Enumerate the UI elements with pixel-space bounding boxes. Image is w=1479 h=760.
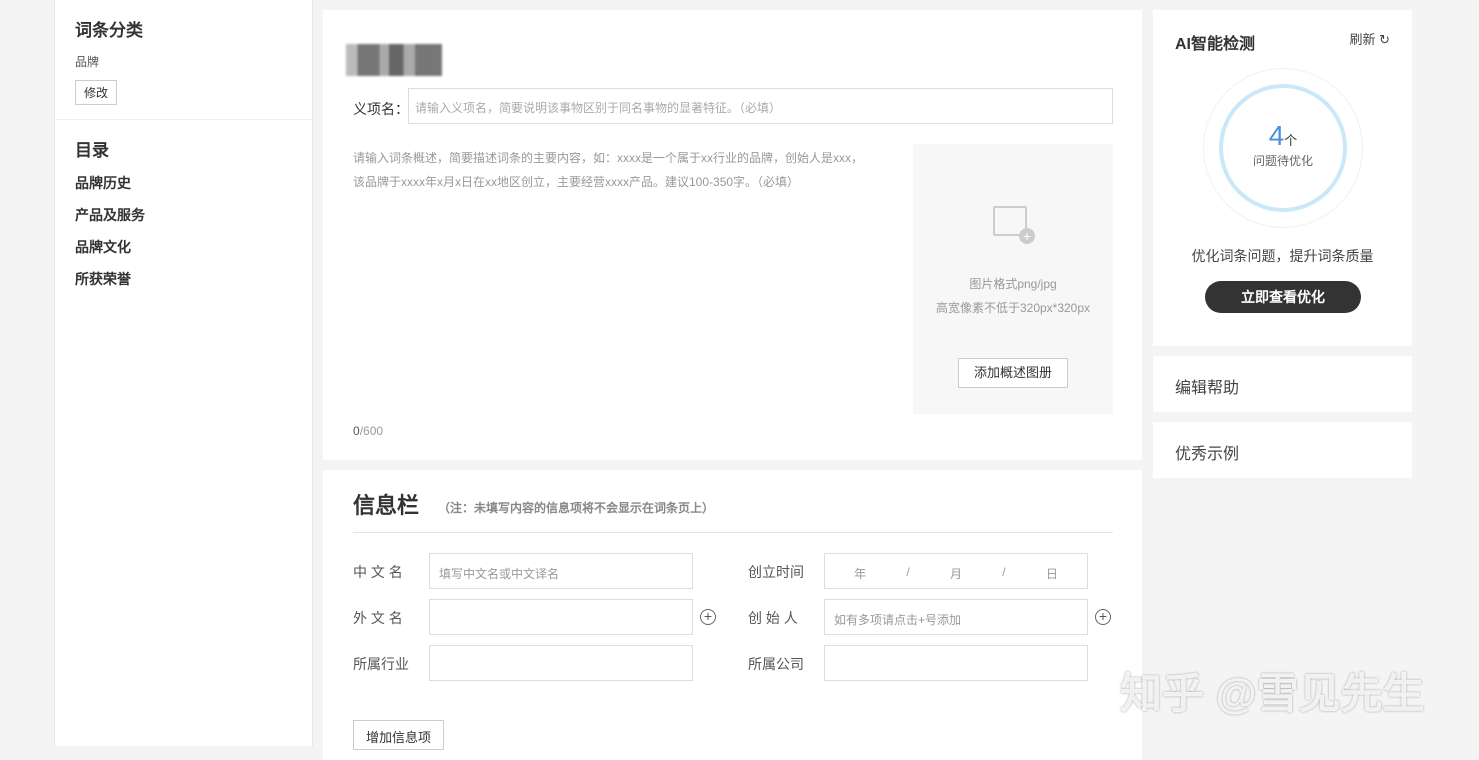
refresh-icon: ↻ bbox=[1379, 32, 1390, 47]
industry-input[interactable] bbox=[429, 645, 693, 681]
examples-link[interactable]: 优秀示例 bbox=[1153, 422, 1412, 478]
ai-title: AI智能检测 bbox=[1175, 36, 1256, 53]
field-label: 创 始 人 bbox=[748, 610, 798, 626]
refresh-label: 刷新 bbox=[1349, 32, 1376, 47]
field-label: 创立时间 bbox=[748, 564, 804, 580]
edit-category-button[interactable]: 修改 bbox=[75, 80, 118, 105]
toc-item[interactable]: 所获荣誉 bbox=[75, 269, 292, 289]
issue-count: 4个 bbox=[1223, 120, 1343, 152]
summary-textarea[interactable]: 请输入词条概述，简要描述词条的主要内容，如：xxxx是一个属于xx行业的品牌，创… bbox=[353, 146, 873, 194]
refresh-button[interactable]: 刷新 ↻ bbox=[1349, 29, 1390, 48]
sense-input[interactable]: 请输入义项名，简要说明该事物区别于同名事物的显著特征。（必填） bbox=[408, 88, 1113, 124]
category-value: 品牌 bbox=[75, 55, 100, 69]
field-label: 所属行业 bbox=[353, 656, 409, 672]
view-optimization-button[interactable]: 立即查看优化 bbox=[1205, 281, 1361, 313]
summary-card: 义项名： 请输入义项名，简要说明该事物区别于同名事物的显著特征。（必填） 请输入… bbox=[323, 10, 1142, 460]
ai-check-card: AI智能检测 刷新 ↻ 4个 问题待优化 优化词条问题，提升词条质量 立即查看优… bbox=[1153, 10, 1412, 346]
watermark: 知乎 @雪见先生 bbox=[1120, 670, 1425, 717]
field-label: 所属公司 bbox=[748, 656, 804, 672]
edit-help-link[interactable]: 编辑帮助 bbox=[1153, 356, 1412, 412]
toc-section: 目录 品牌历史 产品及服务 品牌文化 所获荣誉 bbox=[55, 119, 312, 303]
image-upload-area[interactable]: 图片格式png/jpg 高宽像素不低于320px*320px 添加概述图册 bbox=[913, 144, 1113, 414]
add-album-button[interactable]: 添加概述图册 bbox=[958, 358, 1068, 388]
founder-input[interactable]: 如有多项请点击+号添加 bbox=[824, 599, 1088, 635]
add-founder-icon[interactable]: + bbox=[1095, 609, 1111, 625]
issue-progress-circle: 4个 问题待优化 bbox=[1219, 84, 1347, 212]
toc-item[interactable]: 品牌历史 bbox=[75, 173, 292, 193]
date-sep: / bbox=[906, 565, 910, 579]
toc-item[interactable]: 品牌文化 bbox=[75, 237, 292, 257]
add-foreign-name-icon[interactable]: + bbox=[700, 609, 716, 625]
date-day: 日 bbox=[1045, 567, 1058, 581]
divider bbox=[353, 532, 1113, 533]
company-input[interactable] bbox=[824, 645, 1088, 681]
date-month: 月 bbox=[949, 567, 962, 581]
date-sep: / bbox=[1002, 565, 1006, 579]
founding-date-input[interactable]: 年 / 月 / 日 bbox=[824, 553, 1088, 589]
sense-label: 义项名： bbox=[353, 101, 409, 117]
category-section: 词条分类 品牌 修改 bbox=[55, 0, 312, 119]
image-size-hint: 高宽像素不低于320px*320px bbox=[935, 301, 1091, 315]
blurred-entry-title bbox=[346, 44, 442, 76]
issue-unit: 个 bbox=[1284, 133, 1298, 148]
issue-count-value: 4 bbox=[1268, 120, 1285, 151]
sidebar: 词条分类 品牌 修改 目录 品牌历史 产品及服务 品牌文化 所获荣誉 bbox=[54, 0, 313, 746]
info-note: （注：未填写内容的信息项将不会显示在词条页上） bbox=[438, 501, 715, 515]
char-count-max: /600 bbox=[359, 424, 384, 438]
toc-title: 目录 bbox=[75, 141, 109, 160]
info-card: 信息栏 （注：未填写内容的信息项将不会显示在词条页上） 中 文 名 填写中文名或… bbox=[323, 470, 1142, 760]
ai-description: 优化词条问题，提升词条质量 bbox=[1191, 248, 1374, 264]
field-label: 中 文 名 bbox=[353, 564, 403, 580]
field-label: 外 文 名 bbox=[353, 610, 403, 626]
info-title: 信息栏 bbox=[353, 493, 420, 518]
add-image-icon bbox=[993, 206, 1035, 244]
issue-ring: 4个 问题待优化 bbox=[1203, 68, 1363, 228]
char-count-current: 0 bbox=[353, 424, 360, 438]
issue-label: 问题待优化 bbox=[1252, 154, 1313, 168]
foreign-name-input[interactable] bbox=[429, 599, 693, 635]
image-format-hint: 图片格式png/jpg bbox=[969, 277, 1057, 291]
category-title: 词条分类 bbox=[75, 21, 143, 40]
char-count: 0/600 bbox=[353, 424, 383, 438]
chinese-name-input[interactable]: 填写中文名或中文译名 bbox=[429, 553, 693, 589]
toc-item[interactable]: 产品及服务 bbox=[75, 205, 292, 225]
date-year: 年 bbox=[854, 567, 867, 581]
